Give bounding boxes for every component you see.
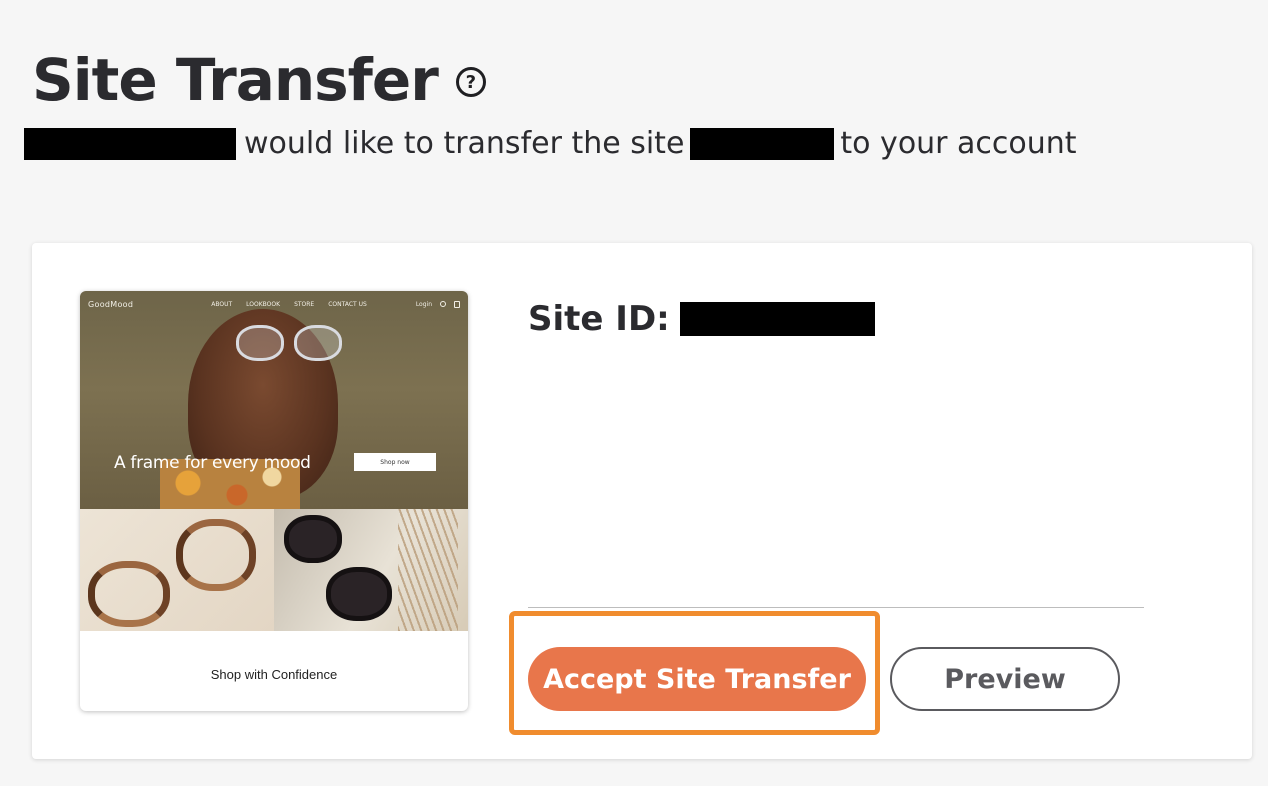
thumbnail-hero-image: GoodMood ABOUT LOOKBOOK STORE CONTACT US… (80, 291, 468, 509)
shopping-bag-icon (454, 300, 460, 308)
site-id-label: Site ID: (528, 299, 670, 339)
transfer-description: would like to transfer the site to your … (24, 126, 1077, 161)
thumbnail-nav-right: Login (415, 300, 460, 308)
site-preview-thumbnail: GoodMood ABOUT LOOKBOOK STORE CONTACT US… (80, 291, 468, 711)
subtitle-text-1: would like to transfer the site (244, 126, 685, 161)
thumbnail-login: Login (415, 300, 432, 308)
thumbnail-nav-link: STORE (294, 300, 315, 308)
divider (528, 607, 1144, 608)
accept-site-transfer-button[interactable]: Accept Site Transfer (528, 647, 866, 711)
thumbnail-nav-link: LOOKBOOK (246, 300, 281, 308)
search-icon (440, 301, 446, 307)
thumbnail-nav-link: ABOUT (211, 300, 233, 308)
thumbnail-tagline: A frame for every mood (114, 453, 311, 473)
page-title: Site Transfer (32, 46, 439, 114)
thumbnail-tortoise-glasses-image (80, 509, 274, 631)
thumbnail-logo: GoodMood (88, 299, 134, 309)
redacted-site-name (690, 127, 835, 160)
redacted-owner-name (24, 127, 236, 160)
page-header: Site Transfer ? (32, 44, 486, 116)
preview-button[interactable]: Preview (890, 647, 1120, 711)
transfer-card: GoodMood ABOUT LOOKBOOK STORE CONTACT US… (32, 243, 1252, 759)
thumbnail-footer-heading: Shop with Confidence (210, 667, 338, 682)
thumbnail-nav-link: CONTACT US (328, 300, 367, 308)
redacted-site-id (679, 302, 875, 336)
thumbnail-sunglasses-image (274, 509, 468, 631)
help-icon[interactable]: ? (455, 67, 486, 97)
eyeglasses-graphic (236, 325, 346, 363)
thumbnail-shop-button: Shop now (354, 453, 436, 471)
thumbnail-nav-links: ABOUT LOOKBOOK STORE CONTACT US (211, 301, 367, 308)
subtitle-text-2: to your account (840, 126, 1077, 161)
site-id: Site ID: (528, 299, 875, 339)
thumbnail-nav: GoodMood ABOUT LOOKBOOK STORE CONTACT US… (80, 291, 468, 317)
